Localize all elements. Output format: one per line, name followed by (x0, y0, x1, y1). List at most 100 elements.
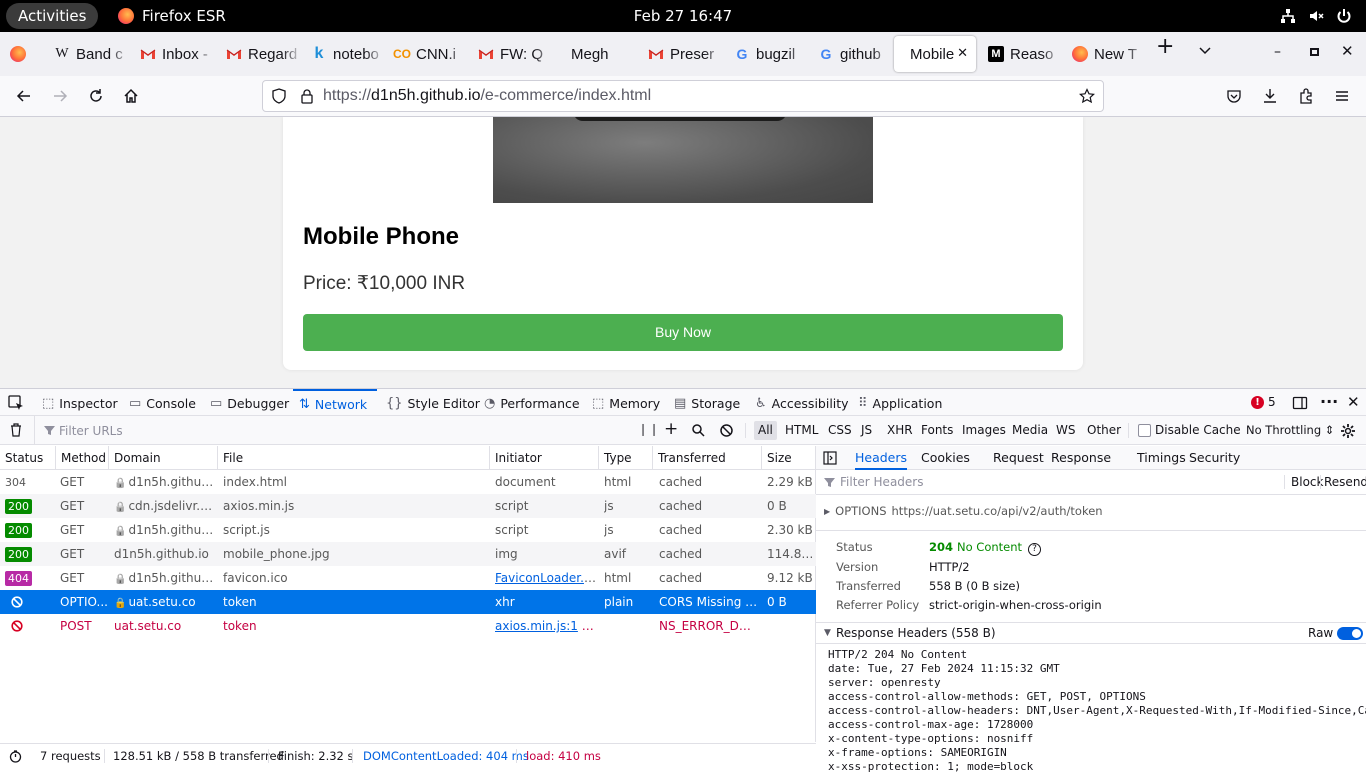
block-icon[interactable] (720, 424, 733, 437)
table-row[interactable]: 200 GET 🔒 d1n5h.github.io script.js script js c… (0, 518, 816, 542)
list-all-tabs-button[interactable] (1198, 44, 1212, 62)
filter-headers-input[interactable]: Filter Headers (824, 470, 923, 494)
pause-button[interactable]: ❘❘ (638, 422, 660, 436)
disable-cache-checkbox[interactable] (1138, 423, 1151, 437)
tab-8[interactable]: Preser (640, 36, 724, 72)
devtools-tab-memory[interactable]: ⬚ Memory (592, 389, 660, 417)
filter-type-media[interactable]: Media (1008, 421, 1052, 440)
add-filter-button[interactable]: + (664, 419, 678, 439)
shield-icon[interactable] (271, 88, 287, 104)
filter-type-images[interactable]: Images (958, 421, 1010, 440)
column-header-transferred[interactable]: Transferred (653, 446, 762, 470)
table-row[interactable]: 304 GET 🔒 d1n5h.github.io index.html document… (0, 470, 816, 494)
devtools-tab-application[interactable]: ⠿ Application (858, 389, 942, 417)
column-header-initiator[interactable]: Initiator (490, 446, 599, 470)
tab-10[interactable]: Ggithub (810, 36, 892, 72)
element-picker-icon[interactable] (8, 395, 24, 411)
home-button[interactable] (119, 84, 143, 108)
filter-urls-input[interactable]: Filter URLs (34, 416, 630, 445)
devtools-options-button[interactable]: ··· (1320, 392, 1338, 411)
table-row[interactable]: OPTIO... 🔒 uat.setu.co token xhr plain CORS Mi… (0, 590, 816, 614)
forward-button[interactable] (48, 84, 72, 108)
gear-icon[interactable] (1340, 423, 1356, 439)
column-header-size[interactable]: Size (762, 446, 816, 470)
tab-3[interactable]: Regard (218, 36, 302, 72)
response-headers-section[interactable]: ▼ Response Headers (558 B) Raw (816, 622, 1366, 644)
help-icon[interactable]: ? (1028, 543, 1042, 556)
details-tab-timings[interactable]: Timings (1137, 446, 1186, 470)
activities-button[interactable]: Activities (6, 3, 99, 29)
extensions-button[interactable] (1294, 84, 1318, 108)
column-header-method[interactable]: Method (56, 446, 109, 470)
filter-type-other[interactable]: Other (1083, 421, 1125, 440)
devtools-tab-inspector[interactable]: ⬚ Inspector (42, 389, 118, 417)
close-tab-icon[interactable]: ✕ (957, 45, 968, 61)
tab-12[interactable]: M Reaso (980, 36, 1062, 72)
clock-text[interactable]: Feb 27 16:47 (634, 7, 732, 25)
disable-cache-toggle[interactable]: Disable Cache (1138, 423, 1241, 437)
devtools-tab-style-editor[interactable]: {} Style Editor (386, 389, 480, 417)
reload-button[interactable] (84, 84, 108, 108)
back-button[interactable] (12, 84, 36, 108)
details-tab-cookies[interactable]: Cookies (921, 446, 970, 470)
table-row[interactable]: 404 GET 🔒 d1n5h.github.io favicon.ico Favicon… (0, 566, 816, 590)
app-menu-button[interactable] (1330, 84, 1354, 108)
raw-toggle[interactable]: Raw (1308, 623, 1364, 643)
details-tab-headers[interactable]: Headers (855, 446, 908, 470)
details-tab-request[interactable]: Request (993, 446, 1044, 470)
cell-initiator[interactable]: FaviconLoader.js... (495, 566, 597, 590)
tab-4[interactable]: k notebo (303, 36, 385, 72)
devtools-tab-console[interactable]: ▭ Console (129, 389, 196, 417)
devtools-tab-storage[interactable]: ▤ Storage (674, 389, 740, 417)
trash-icon[interactable] (9, 423, 23, 437)
tab-13[interactable]: New T (1064, 36, 1146, 72)
table-row[interactable]: POST uat.setu.co token axios.min.js:1 (xhr)… (0, 614, 816, 638)
search-icon[interactable] (692, 424, 705, 437)
filter-type-xhr[interactable]: XHR (883, 421, 917, 440)
error-indicator[interactable]: ! 5 (1251, 395, 1276, 409)
filter-type-js[interactable]: JS (857, 421, 876, 440)
table-row[interactable]: 200 GET d1n5h.github.io mobile_phone.jpg img… (0, 542, 816, 566)
firefox-view-button[interactable] (10, 46, 26, 62)
details-tab-security[interactable]: Security (1189, 446, 1240, 470)
column-header-file[interactable]: File (218, 446, 490, 470)
url-bar[interactable]: https://d1n5h.github.io/e-commerce/index… (262, 80, 1104, 112)
system-tray[interactable] (1280, 0, 1352, 32)
details-tab-response[interactable]: Response (1051, 446, 1111, 470)
buy-now-button[interactable]: Buy Now (303, 314, 1063, 351)
raw-switch[interactable] (1337, 627, 1364, 640)
lock-icon[interactable] (299, 88, 315, 104)
cell-initiator[interactable]: axios.min.js:1 (xhr) (495, 614, 597, 638)
new-tab-button[interactable]: + (1156, 34, 1174, 59)
bookmark-star-icon[interactable] (1079, 88, 1095, 104)
pocket-button[interactable] (1222, 84, 1246, 108)
close-window-button[interactable]: ✕ (1341, 42, 1354, 60)
maximize-button[interactable] (1310, 48, 1319, 56)
devtools-tab-network[interactable]: ⇅ Network (293, 389, 378, 417)
filter-type-ws[interactable]: WS (1052, 421, 1079, 440)
column-header-domain[interactable]: Domain (109, 446, 218, 470)
column-header-type[interactable]: Type (599, 446, 653, 470)
tab-6[interactable]: FW: Q (470, 36, 554, 72)
tab-5[interactable]: CO CNN.i (386, 36, 468, 72)
filter-type-css[interactable]: CSS (824, 421, 856, 440)
devtools-tab-accessibility[interactable]: ♿ Accessibility (755, 389, 849, 417)
filter-type-all[interactable]: All (754, 421, 777, 440)
request-summary[interactable]: ▶ OPTIONS https://uat.setu.co/api/v2/aut… (824, 504, 1103, 518)
resend-button[interactable]: Resend (1322, 470, 1366, 494)
tab-7[interactable]: Megh (555, 36, 639, 72)
minimize-button[interactable]: – (1274, 44, 1281, 60)
app-menu[interactable]: Firefox ESR (118, 0, 226, 32)
column-header-status[interactable]: Status (0, 446, 56, 470)
filter-type-fonts[interactable]: Fonts (917, 421, 957, 440)
toggle-sidebar-icon[interactable] (823, 451, 837, 465)
tab-11[interactable]: Mobile ✕ (894, 36, 976, 72)
devtools-tab-debugger[interactable]: ▭ Debugger (210, 389, 289, 417)
close-devtools-button[interactable]: ✕ (1347, 393, 1360, 411)
table-row[interactable]: 200 GET 🔒 cdn.jsdelivr.net axios.min.js scrip… (0, 494, 816, 518)
tab-1[interactable]: W Band c (46, 36, 130, 72)
throttling-select[interactable]: No Throttling ⇕ (1246, 423, 1334, 437)
filter-type-html[interactable]: HTML (781, 421, 822, 440)
dock-side-icon[interactable] (1292, 395, 1308, 411)
devtools-tab-performance[interactable]: ◔ Performance (484, 389, 580, 417)
